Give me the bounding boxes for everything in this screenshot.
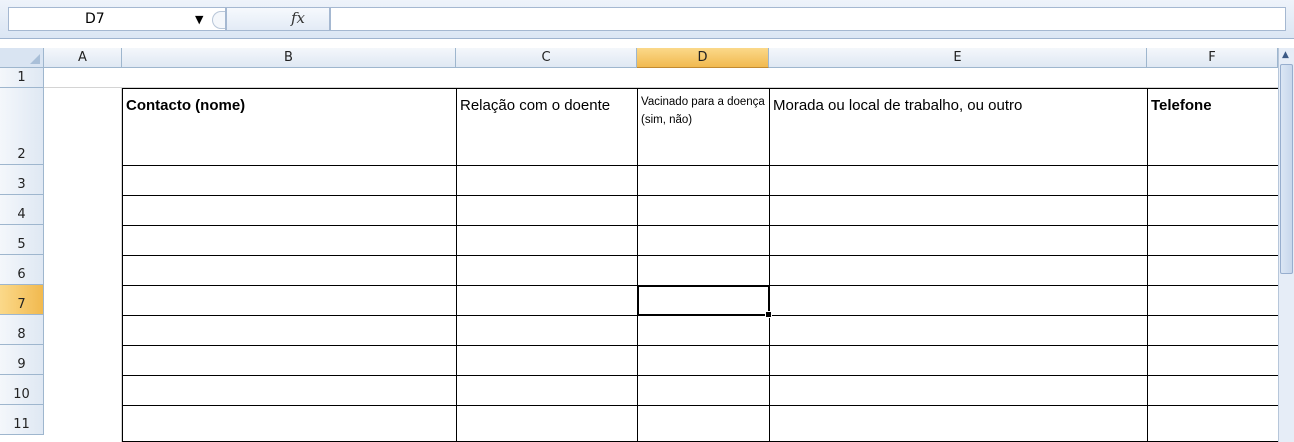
table-cell-e11[interactable] — [769, 405, 1148, 442]
select-all-button[interactable] — [0, 48, 44, 68]
name-box[interactable]: D7 ▼ — [8, 7, 226, 31]
table-cell-c8[interactable] — [456, 315, 638, 346]
scrollbar-thumb[interactable] — [1280, 64, 1293, 274]
active-cell-d7[interactable] — [637, 285, 772, 318]
table-cell-f4[interactable] — [1147, 195, 1279, 226]
table-cell-b10[interactable] — [122, 375, 457, 406]
column-a-cells[interactable] — [44, 88, 122, 442]
table-cell-d5[interactable] — [637, 225, 770, 256]
header-relacao-text: Relação com o doente — [460, 97, 611, 114]
table-cell-b6[interactable] — [122, 255, 457, 286]
table-cell-c6[interactable] — [456, 255, 638, 286]
table-cell-b9[interactable] — [122, 345, 457, 376]
row-header-9[interactable]: 9 — [0, 345, 44, 375]
column-header-c[interactable]: C — [456, 48, 637, 68]
table-cell-c4[interactable] — [456, 195, 638, 226]
row-header-3[interactable]: 3 — [0, 165, 44, 195]
table-cell-c11[interactable] — [456, 405, 638, 442]
column-header-f[interactable]: F — [1147, 48, 1278, 68]
row-header-7[interactable]: 7 — [0, 285, 44, 315]
table-cell-f9[interactable] — [1147, 345, 1279, 376]
header-contacto-text: Contacto (nome) — [126, 97, 246, 114]
table-cell-f3[interactable] — [1147, 165, 1279, 196]
row-header-10[interactable]: 10 — [0, 375, 44, 405]
header-cell-vacinado[interactable]: Vacinado para a doença (sim, não) — [637, 88, 770, 166]
table-cell-b5[interactable] — [122, 225, 457, 256]
name-box-value: D7 — [85, 11, 105, 27]
table-cell-e10[interactable] — [769, 375, 1148, 406]
table-cell-b3[interactable] — [122, 165, 457, 196]
table-cell-d3[interactable] — [637, 165, 770, 196]
table-cell-d10[interactable] — [637, 375, 770, 406]
table-cell-e9[interactable] — [769, 345, 1148, 376]
name-box-dropdown-icon[interactable]: ▼ — [195, 9, 203, 31]
column-header-e[interactable]: E — [769, 48, 1147, 68]
column-header-a[interactable]: A — [44, 48, 122, 68]
row-header-8[interactable]: 8 — [0, 315, 44, 345]
table-cell-e3[interactable] — [769, 165, 1148, 196]
column-header-b[interactable]: B — [122, 48, 456, 68]
header-cell-contacto[interactable]: Contacto (nome) — [122, 88, 457, 166]
table-cell-e7[interactable] — [769, 285, 1148, 316]
table-cell-c10[interactable] — [456, 375, 638, 406]
row-header-11[interactable]: 11 — [0, 405, 44, 435]
fx-icon: fx — [291, 9, 306, 27]
formula-bar: D7 ▼ fx — [0, 0, 1294, 39]
table-cell-f8[interactable] — [1147, 315, 1279, 346]
table-cell-b7[interactable] — [122, 285, 457, 316]
table-cell-c9[interactable] — [456, 345, 638, 376]
table-cell-e4[interactable] — [769, 195, 1148, 226]
header-vacinado-text: Vacinado para a doença (sim, não) — [641, 96, 765, 126]
header-cell-morada[interactable]: Morada ou local de trabalho, ou outro — [769, 88, 1148, 166]
table-cell-d11[interactable] — [637, 405, 770, 442]
table-cell-f6[interactable] — [1147, 255, 1279, 286]
row-header-1[interactable]: 1 — [0, 68, 44, 88]
row-header-6[interactable]: 6 — [0, 255, 44, 285]
table-cell-e8[interactable] — [769, 315, 1148, 346]
table-cell-b4[interactable] — [122, 195, 457, 226]
formula-bar-resize-icon[interactable] — [212, 11, 225, 29]
row-header-2[interactable]: 2 — [0, 88, 44, 165]
table-cell-e6[interactable] — [769, 255, 1148, 286]
header-cell-telefone[interactable]: Telefone — [1147, 88, 1279, 166]
table-cell-d9[interactable] — [637, 345, 770, 376]
insert-function-button[interactable]: fx — [226, 7, 330, 31]
table-cell-b11[interactable] — [122, 405, 457, 442]
header-telefone-text: Telefone — [1151, 97, 1212, 114]
header-morada-text: Morada ou local de trabalho, ou outro — [773, 97, 1023, 114]
table-cell-f5[interactable] — [1147, 225, 1279, 256]
table-cell-d6[interactable] — [637, 255, 770, 286]
table-cell-e5[interactable] — [769, 225, 1148, 256]
header-cell-relacao[interactable]: Relação com o doente — [456, 88, 638, 166]
table-cell-d8[interactable] — [637, 315, 770, 346]
table-cell-b8[interactable] — [122, 315, 457, 346]
row-header-5[interactable]: 5 — [0, 225, 44, 255]
table-cell-f10[interactable] — [1147, 375, 1279, 406]
scroll-up-icon[interactable]: ▲ — [1282, 50, 1289, 60]
spreadsheet-grid: A B C D E F 1 2 3 4 5 6 7 8 9 10 11 Cont… — [0, 38, 1294, 442]
table-cell-f7[interactable] — [1147, 285, 1279, 316]
table-cell-c5[interactable] — [456, 225, 638, 256]
table-cell-d4[interactable] — [637, 195, 770, 226]
formula-input[interactable] — [330, 7, 1286, 31]
table-cell-c7[interactable] — [456, 285, 638, 316]
table-cell-c3[interactable] — [456, 165, 638, 196]
vertical-scrollbar[interactable]: ▲ — [1278, 48, 1294, 442]
column-header-d[interactable]: D — [637, 48, 769, 68]
row-1-cells[interactable] — [44, 68, 1278, 88]
row-header-4[interactable]: 4 — [0, 195, 44, 225]
table-cell-f11[interactable] — [1147, 405, 1279, 442]
